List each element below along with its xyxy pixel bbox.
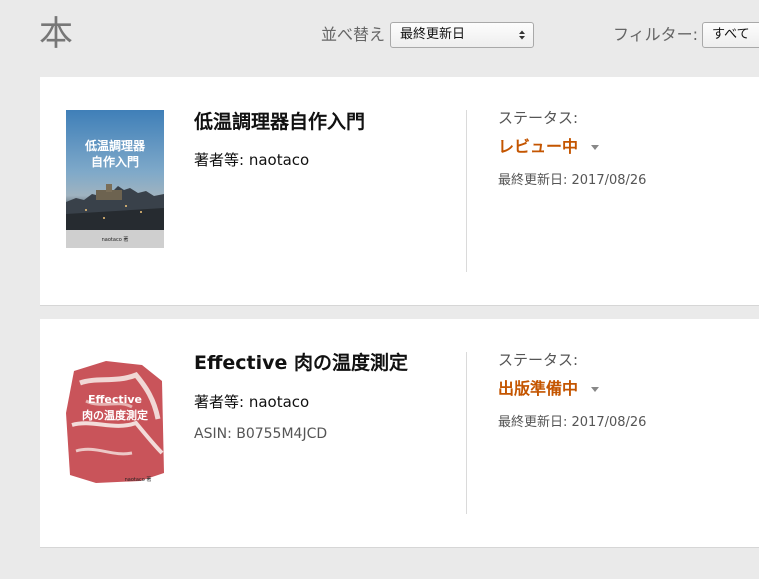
book-cover-image[interactable]: Effective 肉の温度測定 naotaco 著 <box>66 353 164 491</box>
filter-label: フィルター: <box>613 25 699 44</box>
book-title[interactable]: 低温調理器自作入門 <box>194 109 365 135</box>
status-value: 出版準備中 <box>498 379 579 398</box>
status-label: ステータス: <box>498 351 579 369</box>
status-label: ステータス: <box>498 109 579 127</box>
last-updated: 最終更新日: 2017/08/26 <box>498 173 647 188</box>
status-value: レビュー中 <box>498 137 579 156</box>
sort-label: 並べ替え <box>321 25 386 44</box>
author-label: 著者等: <box>194 151 245 169</box>
sort-selected-value: 最終更新日 <box>400 27 466 42</box>
cover-author: naotaco 著 <box>102 236 129 243</box>
sort-select[interactable]: 最終更新日 <box>390 22 534 48</box>
cover-author: naotaco 著 <box>125 476 152 483</box>
cover-title-line-1: Effective <box>88 393 142 406</box>
cover-title-line-1: 低温調理器 <box>84 138 146 153</box>
filter-select[interactable]: すべて <box>702 22 759 48</box>
card-divider <box>466 352 467 514</box>
card-divider <box>466 110 467 272</box>
author-name: naotaco <box>248 151 310 169</box>
author-row: 著者等: naotaco <box>194 150 309 170</box>
book-cover-image[interactable]: 低温調理器 自作入門 naotaco 著 <box>66 110 164 248</box>
asin: ASIN: B0755M4JCD <box>194 426 328 442</box>
cover-title-line-2: 自作入門 <box>91 154 139 169</box>
book-card: 低温調理器 自作入門 naotaco 著 低温調理器自作入門 著者等: naot… <box>40 77 759 306</box>
caret-down-icon <box>591 387 600 392</box>
status-dropdown[interactable]: レビュー中 <box>498 136 600 158</box>
author-name: naotaco <box>248 393 310 411</box>
author-row: 著者等: naotaco <box>194 392 309 412</box>
last-updated: 最終更新日: 2017/08/26 <box>498 415 647 430</box>
author-label: 著者等: <box>194 393 245 411</box>
bookshelf-page: 本 並べ替え 最終更新日 フィルター: すべて 低温調理器 自作入門 naota… <box>0 0 759 579</box>
book-title[interactable]: Effective 肉の温度測定 <box>194 350 408 376</box>
page-title: 本 <box>39 14 73 54</box>
select-arrows-icon <box>519 30 525 40</box>
status-dropdown[interactable]: 出版準備中 <box>498 378 600 400</box>
caret-down-icon <box>591 145 600 150</box>
book-card: Effective 肉の温度測定 naotaco 著 Effective 肉の温… <box>40 319 759 548</box>
cover-title-line-2: 肉の温度測定 <box>82 408 148 422</box>
filter-selected-value: すべて <box>712 27 750 42</box>
